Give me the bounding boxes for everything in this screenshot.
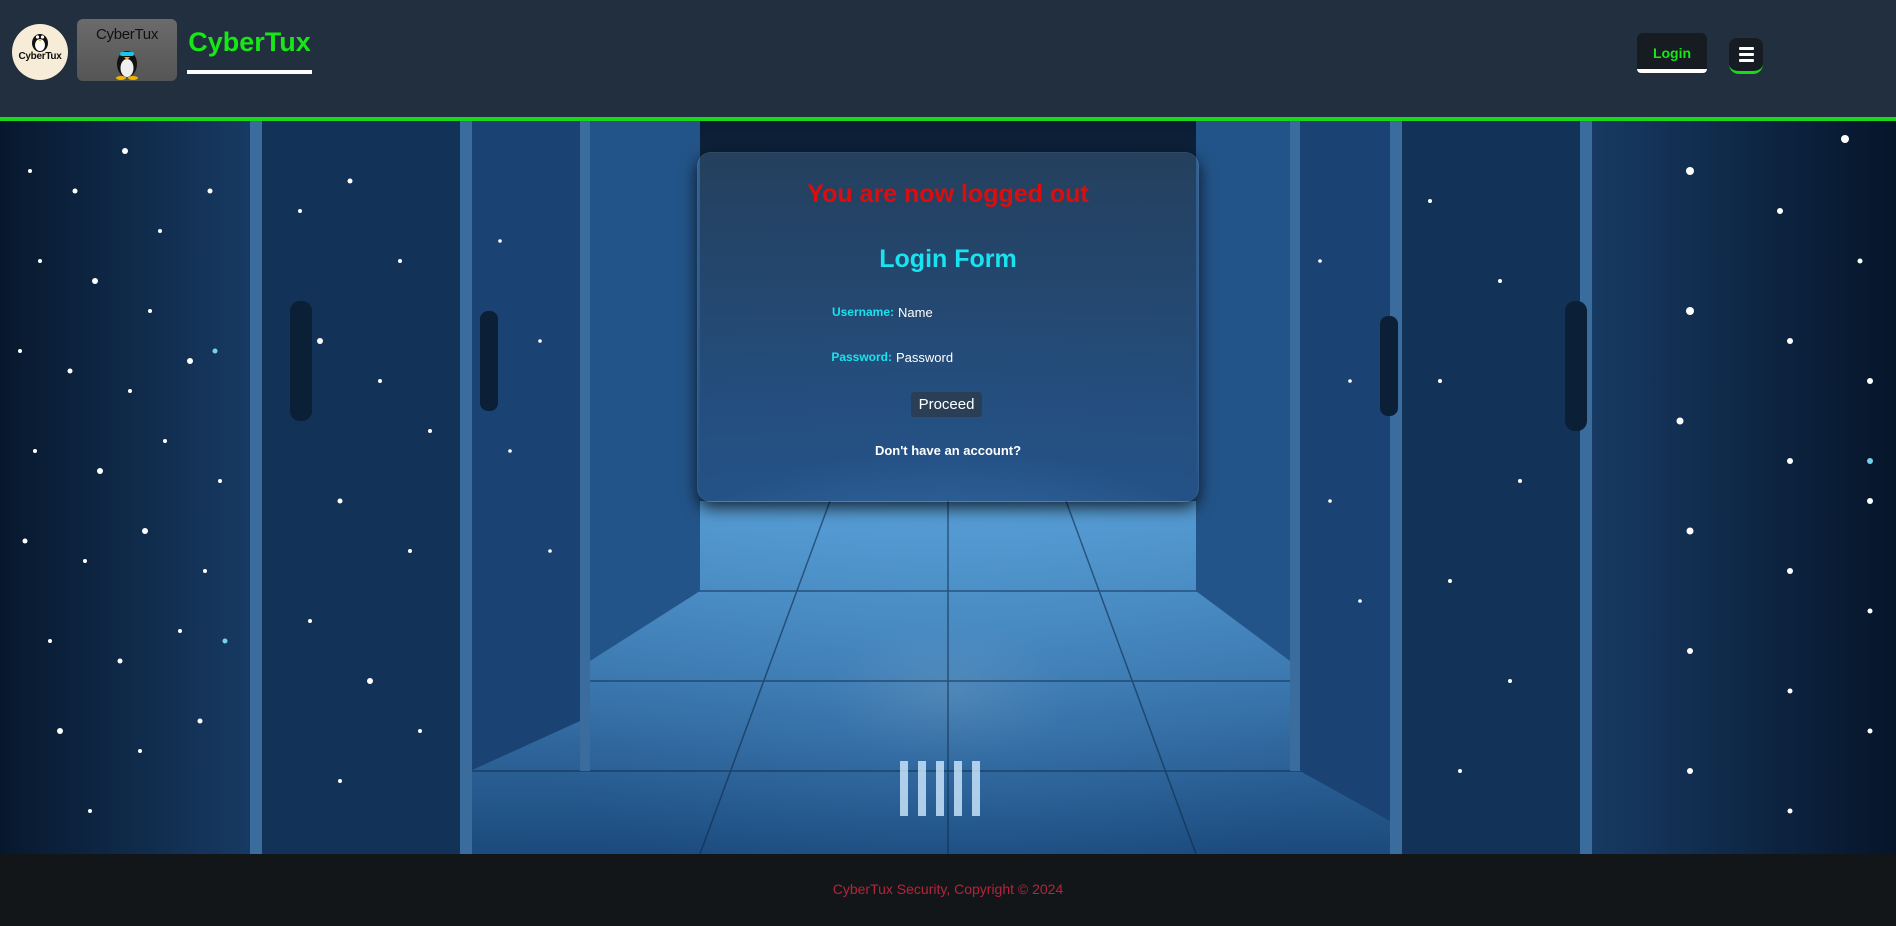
- round-logo[interactable]: CyberTux: [12, 24, 68, 80]
- username-row: Username:: [832, 302, 1048, 324]
- password-row: Password:: [831, 347, 1046, 369]
- brand-title[interactable]: CyberTux: [187, 22, 312, 74]
- username-input[interactable]: [898, 302, 1048, 322]
- username-label: Username:: [831, 305, 894, 319]
- proceed-button[interactable]: Proceed: [911, 392, 982, 417]
- login-card: You are now logged out Login Form Userna…: [697, 152, 1199, 502]
- login-button[interactable]: Login: [1637, 33, 1707, 73]
- server-room-background: You are now logged out Login Form Userna…: [0, 121, 1896, 854]
- site-header: CyberTux CyberTux CyberTux Login: [0, 0, 1896, 121]
- signup-link[interactable]: Don't have an account?: [697, 443, 1199, 458]
- hamburger-menu-button[interactable]: [1729, 38, 1763, 74]
- hamburger-icon-bar: [1739, 59, 1754, 62]
- site-footer: CyberTux Security, Copyright © 2024: [0, 854, 1896, 926]
- logout-message: You are now logged out: [807, 180, 1089, 208]
- hamburger-icon-bar: [1739, 47, 1754, 50]
- square-logo-text: CyberTux: [95, 26, 159, 43]
- hamburger-icon-bar: [1739, 53, 1754, 56]
- password-input[interactable]: [896, 347, 1046, 367]
- password-label: Password:: [831, 350, 892, 364]
- login-form-title: Login Form: [879, 245, 1017, 273]
- tux-icon: [116, 51, 138, 80]
- copyright-text: CyberTux Security, Copyright © 2024: [832, 881, 1064, 897]
- penguin-icon: [32, 34, 48, 52]
- round-logo-text: CyberTux: [18, 51, 62, 62]
- square-logo[interactable]: CyberTux: [77, 19, 177, 81]
